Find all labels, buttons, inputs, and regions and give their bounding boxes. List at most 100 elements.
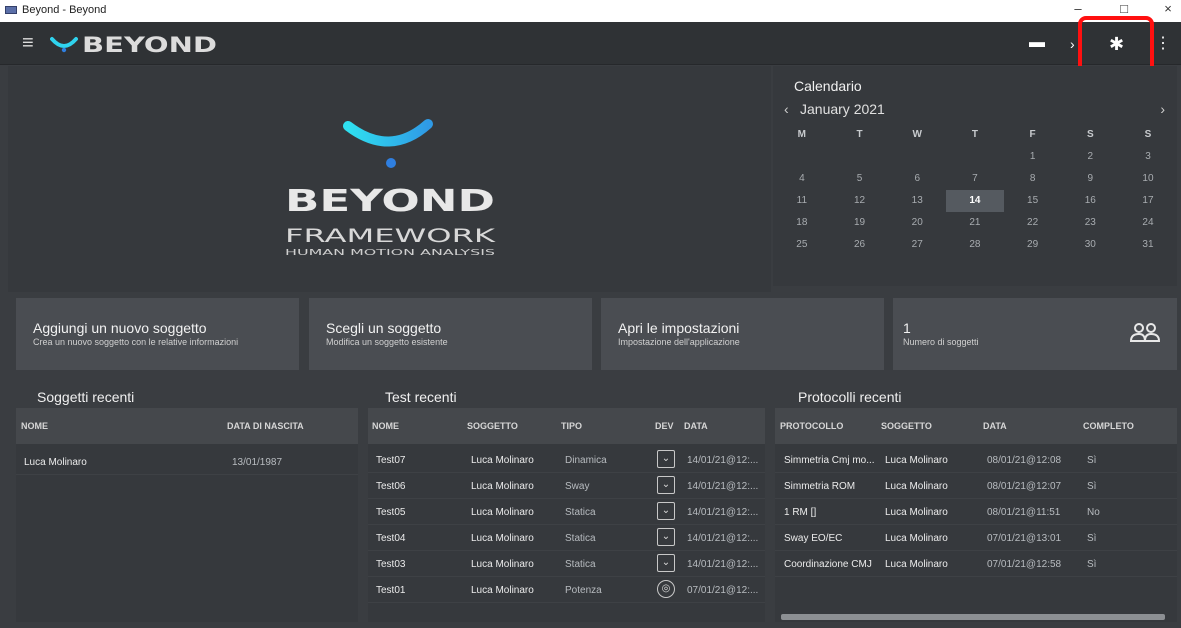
table-row[interactable]: Sway EO/EC Luca Molinaro 07/01/21@13:01 Sì — [775, 525, 1177, 551]
calendar-day[interactable]: 22 — [1004, 212, 1062, 234]
calendar-day[interactable]: 4 — [773, 168, 831, 190]
table-row[interactable]: Simmetria Cmj mo... Luca Molinaro 08/01/21… — [775, 447, 1177, 473]
card-title: Aggiungi un nuovo soggetto — [33, 320, 207, 336]
calendar-day[interactable]: 20 — [888, 212, 946, 234]
column-header[interactable]: PROTOCOLLO — [780, 421, 843, 431]
calendar-day[interactable]: 21 — [946, 212, 1004, 234]
app-window-icon — [5, 6, 17, 14]
card-add-subject[interactable]: Aggiungi un nuovo soggetto Crea un nuovo… — [16, 298, 299, 370]
calendar-day[interactable]: 5 — [831, 168, 889, 190]
weekday-label: W — [912, 129, 922, 140]
calendar-day[interactable]: 6 — [888, 168, 946, 190]
calendar-day[interactable]: 2 — [1061, 146, 1119, 168]
horizontal-scrollbar[interactable] — [781, 614, 1165, 620]
card-subtitle: Impostazione dell'applicazione — [618, 337, 740, 347]
column-header[interactable]: TIPO — [561, 421, 582, 431]
column-header[interactable]: SOGGETTO — [881, 421, 932, 431]
table-row[interactable]: Test05 Luca Molinaro Statica 14/01/21@12:..… — [368, 499, 765, 525]
calendar-next-icon[interactable]: › — [1160, 101, 1165, 117]
recent-tests-table: NOME SOGGETTO TIPO DEV DATA Test07 Luca M… — [368, 408, 765, 622]
column-header[interactable]: NOME — [372, 421, 399, 431]
test-type: Dinamica — [565, 455, 607, 466]
calendar-day[interactable]: 31 — [1119, 234, 1177, 256]
column-header[interactable]: DEV — [655, 421, 674, 431]
hero-tagline: HUMAN MOTION ANALYSIS — [285, 248, 495, 257]
calendar-day[interactable]: 8 — [1004, 168, 1062, 190]
test-date: 07/01/21@12:... — [687, 585, 759, 596]
table-row[interactable]: Coordinazione CMJ Luca Molinaro 07/01/21@1… — [775, 551, 1177, 577]
protocol-name: Simmetria Cmj mo... — [784, 455, 875, 466]
test-date: 14/01/21@12:... — [687, 455, 759, 466]
calendar-day[interactable]: 11 — [773, 190, 831, 212]
calendar-day[interactable]: 9 — [1061, 168, 1119, 190]
calendar-day[interactable]: 1 — [1004, 146, 1062, 168]
table-row[interactable]: Test06 Luca Molinaro Sway 14/01/21@12:... ⌄ — [368, 473, 765, 499]
calendar-day — [946, 146, 1004, 168]
protocol-complete: Sì — [1087, 455, 1097, 466]
calendar-day[interactable]: 28 — [946, 234, 1004, 256]
test-type: Statica — [565, 507, 596, 518]
weekday-label: S — [1086, 129, 1094, 140]
calendar-prev-icon[interactable]: ‹ — [784, 101, 789, 117]
protocol-date: 07/01/21@13:01 — [987, 533, 1062, 544]
calendar-day[interactable]: 25 — [773, 234, 831, 256]
calendar-day[interactable]: 18 — [773, 212, 831, 234]
chevron-right-icon[interactable]: › — [1070, 34, 1075, 54]
column-header[interactable]: DATA — [983, 421, 1007, 431]
protocol-subject: Luca Molinaro — [885, 533, 948, 544]
calendar-day[interactable]: 16 — [1061, 190, 1119, 212]
column-header[interactable]: DATA DI NASCITA — [227, 421, 304, 431]
test-date: 14/01/21@12:... — [687, 559, 759, 570]
table-row[interactable]: Test01 Luca Molinaro Potenza 07/01/21@12:..… — [368, 577, 765, 603]
test-subject: Luca Molinaro — [471, 585, 534, 596]
protocol-name: 1 RM [] — [784, 507, 817, 518]
table-header: PROTOCOLLO SOGGETTO DATA COMPLETO — [775, 408, 1177, 444]
test-name: Test04 — [376, 533, 406, 544]
calendar-day[interactable]: 24 — [1119, 212, 1177, 234]
more-vert-icon[interactable]: ⋮ — [1155, 34, 1171, 54]
calendar-day[interactable]: 27 — [888, 234, 946, 256]
calendar-day[interactable]: 7 — [946, 168, 1004, 190]
calendar-day[interactable]: 10 — [1119, 168, 1177, 190]
column-header[interactable]: NOME — [21, 421, 48, 431]
calendar-day[interactable]: 17 — [1119, 190, 1177, 212]
protocol-complete: Sì — [1087, 481, 1097, 492]
test-type: Statica — [565, 559, 596, 570]
calendar-day[interactable]: 26 — [831, 234, 889, 256]
calendar-day-selected[interactable]: 14 — [946, 190, 1004, 212]
calendar-day[interactable]: 23 — [1061, 212, 1119, 234]
close-button[interactable]: × — [1148, 0, 1181, 22]
protocol-complete: Sì — [1087, 559, 1097, 570]
subject-count-value: 1 — [903, 320, 911, 336]
table-view-icon[interactable]: ▬ — [1029, 33, 1045, 53]
test-type: Statica — [565, 533, 596, 544]
test-date: 14/01/21@12:... — [687, 533, 759, 544]
table-row[interactable]: 1 RM [] Luca Molinaro 08/01/21@11:51 No — [775, 499, 1177, 525]
calendar-day[interactable]: 3 — [1119, 146, 1177, 168]
table-row[interactable]: Test04 Luca Molinaro Statica 14/01/21@12:..… — [368, 525, 765, 551]
column-header[interactable]: COMPLETO — [1083, 421, 1134, 431]
calendar-day[interactable]: 19 — [831, 212, 889, 234]
card-title: Scegli un soggetto — [326, 320, 442, 336]
calendar-day[interactable]: 15 — [1004, 190, 1062, 212]
calendar-day[interactable]: 12 — [831, 190, 889, 212]
table-row[interactable]: Test03 Luca Molinaro Statica 14/01/21@12:..… — [368, 551, 765, 577]
column-header[interactable]: DATA — [684, 421, 708, 431]
window-title: Beyond - Beyond — [22, 4, 107, 16]
window-titlebar: Beyond - Beyond – □ × — [0, 0, 1181, 22]
table-row[interactable]: Simmetria ROM Luca Molinaro 08/01/21@12:07… — [775, 473, 1177, 499]
protocol-date: 08/01/21@12:08 — [987, 455, 1062, 466]
table-row[interactable]: Test07 Luca Molinaro Dinamica 14/01/21@12:.… — [368, 447, 765, 473]
card-subject-count[interactable]: 1 Numero di soggetti — [893, 298, 1177, 370]
card-choose-subject[interactable]: Scegli un soggetto Modifica un soggetto … — [309, 298, 592, 370]
calendar-day[interactable]: 29 — [1004, 234, 1062, 256]
column-header[interactable]: SOGGETTO — [467, 421, 518, 431]
subject-birthdate: 13/01/1987 — [232, 457, 283, 468]
calendar-day[interactable]: 30 — [1061, 234, 1119, 256]
card-open-settings[interactable]: Apri le impostazioni Impostazione dell'a… — [601, 298, 884, 370]
calendar-day[interactable]: 13 — [888, 190, 946, 212]
platform-device-icon: ⌄ — [657, 554, 675, 572]
table-row[interactable]: Luca Molinaro 13/01/1987 — [16, 449, 358, 475]
test-type: Sway — [565, 481, 590, 492]
menu-icon[interactable]: ≡ — [22, 33, 34, 53]
